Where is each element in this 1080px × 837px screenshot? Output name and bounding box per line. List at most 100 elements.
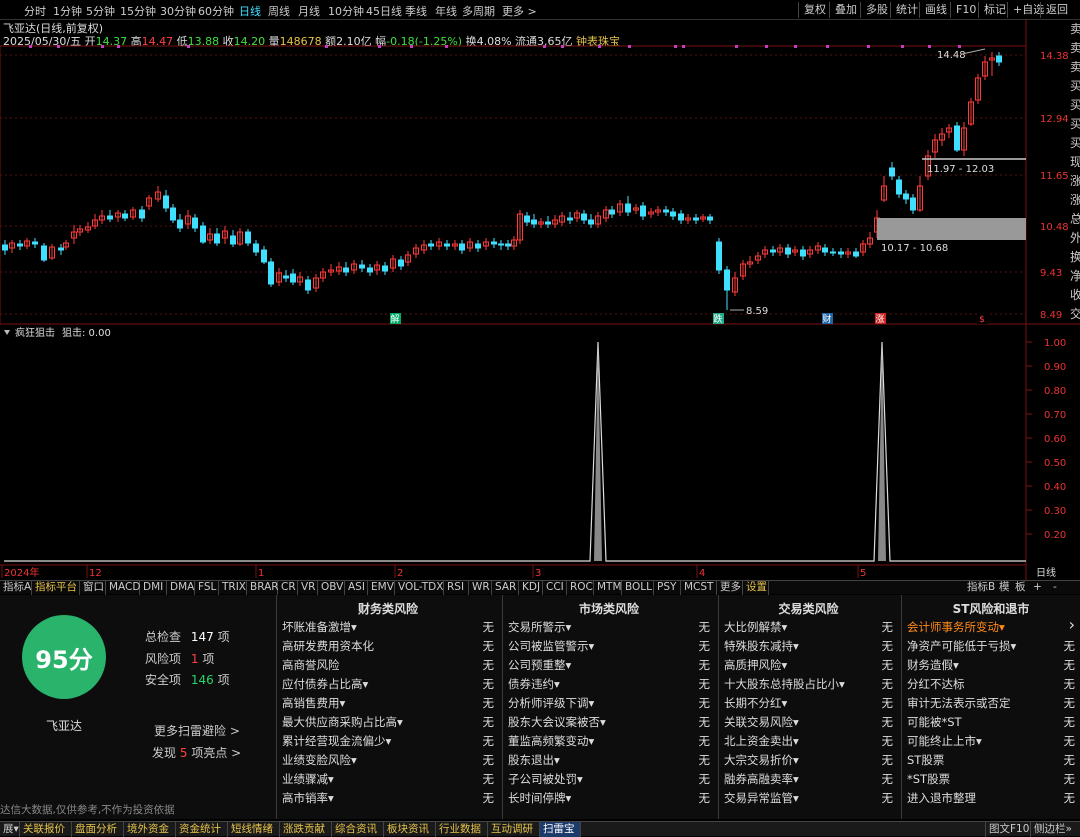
- risk-item[interactable]: *ST股票: [907, 771, 950, 787]
- risk-item[interactable]: 交易所警示▾: [508, 619, 571, 635]
- indicator-tab-right-2[interactable]: 板: [1012, 581, 1029, 595]
- risk-item[interactable]: 分红不达标: [907, 676, 965, 692]
- indicator-tab-6[interactable]: FSL: [195, 581, 219, 595]
- indicator-tab-1[interactable]: 指标平台: [32, 581, 80, 595]
- risk-item[interactable]: 债券违约▾: [508, 676, 560, 692]
- risk-item[interactable]: 特殊股东减持▾: [724, 638, 799, 654]
- indicator-tab-23[interactable]: PSY: [654, 581, 681, 595]
- indicator-tab-12[interactable]: ASI: [345, 581, 368, 595]
- risk-item[interactable]: 坏账准备激增▾: [282, 619, 357, 635]
- expand-chevron-icon[interactable]: ›: [1069, 615, 1075, 634]
- risk-column-2: 交易类风险 大比例解禁▾ 无特殊股东减持▾ 无高质押风险▾ 无十大股东总持股占比小▾ 无长…: [718, 595, 897, 819]
- candle-body: [444, 243, 450, 247]
- risk-item[interactable]: 应付债券占比高▾: [282, 676, 368, 692]
- indicator-tab-2[interactable]: 窗口: [80, 581, 106, 595]
- osc-tick-label: 0.80: [1044, 386, 1066, 397]
- bottom-tab-9[interactable]: 行业数据: [436, 822, 488, 837]
- risk-item[interactable]: 高市销率▾: [282, 790, 334, 806]
- indicator-tab-21[interactable]: MTM: [594, 581, 622, 595]
- indicator-tab-13[interactable]: EMV: [368, 581, 395, 595]
- indicator-tab-22[interactable]: BOLL: [622, 581, 654, 595]
- highlights-link[interactable]: 发现 5 项亮点 >: [152, 744, 241, 761]
- bottom-tab-7[interactable]: 综合资讯: [332, 822, 384, 837]
- indicator-tab-11[interactable]: OBV: [318, 581, 345, 595]
- risk-item[interactable]: 审计无法表示或否定: [907, 695, 1011, 711]
- kline-chart[interactable]: 14.38 12.94 11.65 10.48 9.43 8.49 11.97 - 12.0…: [0, 0, 1080, 580]
- candle-body: [230, 235, 236, 245]
- risk-item[interactable]: 进入退市整理: [907, 790, 976, 806]
- risk-item[interactable]: 股东退出▾: [508, 752, 560, 768]
- risk-item[interactable]: 股东大会议案被否▾: [508, 714, 606, 730]
- risk-item[interactable]: 最大供应商采购占比高▾: [282, 714, 403, 730]
- indicator-tab-9[interactable]: CR: [278, 581, 298, 595]
- risk-item[interactable]: 高质押风险▾: [724, 657, 787, 673]
- indicator-tab-25[interactable]: 更多: [717, 581, 743, 595]
- indicator-tab-24[interactable]: MCST: [681, 581, 717, 595]
- bottom-tab-11[interactable]: 扫雷宝: [540, 822, 581, 837]
- bottom-tab-1[interactable]: 关联报价: [20, 822, 72, 837]
- bottom-tab-6[interactable]: 涨跌贡献: [280, 822, 332, 837]
- indicator-tab-right-1[interactable]: 模: [996, 581, 1013, 595]
- risk-item[interactable]: 长时间停牌▾: [508, 790, 571, 806]
- bottom-right-0[interactable]: 图文F10: [985, 822, 1032, 837]
- risk-item[interactable]: 公司被监管警示▾: [508, 638, 594, 654]
- risk-item[interactable]: 分析师评级下调▾: [508, 695, 594, 711]
- risk-item[interactable]: 董监高频繁变动▾: [508, 733, 594, 749]
- risk-item[interactable]: 业绩骤减▾: [282, 771, 334, 787]
- indicator-tab-26[interactable]: 设置: [743, 581, 769, 595]
- indicator-tab-16[interactable]: WR: [469, 581, 492, 595]
- indicator-tab-17[interactable]: SAR: [492, 581, 519, 595]
- indicator-tab-right-3[interactable]: +: [1030, 581, 1045, 595]
- bottom-tab-8[interactable]: 板块资讯: [384, 822, 436, 837]
- indicator-tab-7[interactable]: TRIX: [219, 581, 247, 595]
- risk-item[interactable]: ST股票: [907, 752, 944, 768]
- risk-item[interactable]: 可能被*ST: [907, 714, 962, 730]
- risk-item[interactable]: 交易异常监管▾: [724, 790, 799, 806]
- risk-item[interactable]: 融券高融卖率▾: [724, 771, 799, 787]
- indicator-tab-8[interactable]: BRAR: [247, 581, 279, 595]
- bottom-tab-5[interactable]: 短线情绪: [228, 822, 280, 837]
- indicator-tab-20[interactable]: ROC: [567, 581, 594, 595]
- indicator-tab-10[interactable]: VR: [298, 581, 318, 595]
- risk-item[interactable]: 公司预重整▾: [508, 657, 571, 673]
- risk-item[interactable]: 北上资金卖出▾: [724, 733, 799, 749]
- more-scan-link[interactable]: 更多扫雷避险 >: [154, 722, 240, 739]
- risk-item[interactable]: 子公司被处罚▾: [508, 771, 583, 787]
- indicator-tab-0[interactable]: 指标A: [0, 581, 32, 595]
- risk-item[interactable]: 高研发费用资本化: [282, 638, 374, 654]
- risk-item[interactable]: 十大股东总持股占比小▾: [724, 676, 845, 692]
- indicator-tab-right-0[interactable]: 指标B: [964, 581, 998, 595]
- indicator-tab-4[interactable]: DMI: [140, 581, 167, 595]
- risk-item[interactable]: 高商誉风险: [282, 657, 340, 673]
- risk-item[interactable]: 累计经营现金流偏少▾: [282, 733, 391, 749]
- risk-item-status: 无: [881, 639, 894, 653]
- risk-item[interactable]: 财务造假▾: [907, 657, 959, 673]
- risk-item[interactable]: 净资产可能低于亏损▾: [907, 638, 1016, 654]
- risk-item[interactable]: 大比例解禁▾: [724, 619, 787, 635]
- indicator-tab-5[interactable]: DMA: [167, 581, 195, 595]
- risk-item[interactable]: 会计师事务所变动▾: [907, 619, 1005, 635]
- risk-item[interactable]: 可能终止上市▾: [907, 733, 982, 749]
- bottom-tab-0[interactable]: 展▾: [0, 822, 20, 837]
- indicator-collapse-icon[interactable]: [4, 330, 10, 335]
- bottom-right-1[interactable]: 侧边栏»: [1030, 822, 1075, 837]
- candle-body: [428, 243, 434, 247]
- risk-item[interactable]: 高销售费用▾: [282, 695, 345, 711]
- indicator-tab-14[interactable]: VOL-TDX: [395, 581, 444, 595]
- risk-item[interactable]: 大宗交易折价▾: [724, 752, 799, 768]
- indicator-tab-right-4[interactable]: -: [1050, 581, 1060, 595]
- bottom-tab-4[interactable]: 资金统计: [176, 822, 228, 837]
- bottom-tab-3[interactable]: 境外资金: [124, 822, 176, 837]
- candle-body: [192, 217, 198, 229]
- risk-item[interactable]: 关联交易风险▾: [724, 714, 799, 730]
- indicator-tab-18[interactable]: KDJ: [519, 581, 543, 595]
- bottom-tab-2[interactable]: 盘面分析: [72, 822, 124, 837]
- candle-body: [822, 247, 828, 253]
- risk-column-1: 市场类风险 交易所警示▾ 无公司被监管警示▾ 无公司预重整▾ 无债券违约▾ 无分析师评级下…: [502, 595, 714, 819]
- indicator-tab-19[interactable]: CCI: [543, 581, 567, 595]
- bottom-tab-10[interactable]: 互动调研: [488, 822, 540, 837]
- indicator-tab-3[interactable]: MACD: [106, 581, 140, 595]
- indicator-tab-15[interactable]: RSI: [444, 581, 469, 595]
- risk-item[interactable]: 业绩变脸风险▾: [282, 752, 357, 768]
- risk-item[interactable]: 长期不分红▾: [724, 695, 787, 711]
